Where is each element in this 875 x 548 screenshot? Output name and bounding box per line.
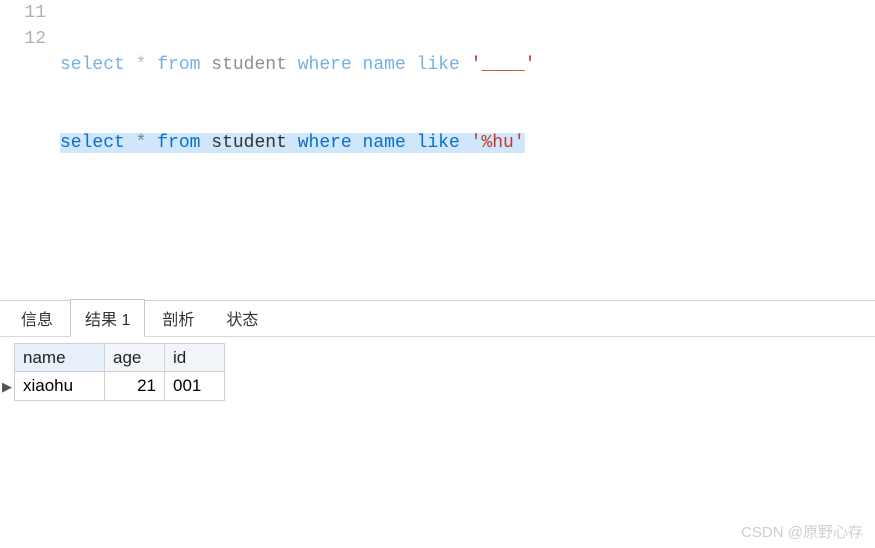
code-line[interactable]: select * from student where name like '%… <box>60 130 875 156</box>
watermark: CSDN @原野心存 <box>741 521 863 542</box>
line-number: 11 <box>0 0 46 26</box>
tab-profile[interactable]: 剖析 <box>147 299 209 336</box>
line-number-gutter: 11 12 <box>0 0 60 300</box>
code-area[interactable]: select * from student where name like '_… <box>60 0 875 300</box>
tab-result-1[interactable]: 结果 1 <box>70 299 145 337</box>
cell-name[interactable]: xiaohu <box>15 372 105 401</box>
tab-status[interactable]: 状态 <box>211 299 273 336</box>
row-indicator-gutter: ▶ <box>0 343 14 401</box>
current-row-indicator-icon: ▶ <box>0 373 14 401</box>
line-number: 12 <box>0 26 46 52</box>
column-header-name[interactable]: name <box>15 344 105 372</box>
cell-age[interactable]: 21 <box>105 372 165 401</box>
results-panel: 信息 结果 1 剖析 状态 ▶ name age id xiaohu 21 00… <box>0 300 875 548</box>
table-header-row: name age id <box>15 344 225 372</box>
result-table[interactable]: name age id xiaohu 21 001 <box>14 343 225 401</box>
code-line[interactable]: select * from student where name like '_… <box>60 52 875 78</box>
error-underline: '____' <box>471 55 536 75</box>
result-grid: ▶ name age id xiaohu 21 001 <box>0 337 875 401</box>
column-header-id[interactable]: id <box>165 344 225 372</box>
column-header-age[interactable]: age <box>105 344 165 372</box>
cell-id[interactable]: 001 <box>165 372 225 401</box>
table-row[interactable]: xiaohu 21 001 <box>15 372 225 401</box>
sql-editor[interactable]: 11 12 select * from student where name l… <box>0 0 875 300</box>
tab-info[interactable]: 信息 <box>6 299 68 336</box>
panel-tabs: 信息 结果 1 剖析 状态 <box>0 301 875 337</box>
